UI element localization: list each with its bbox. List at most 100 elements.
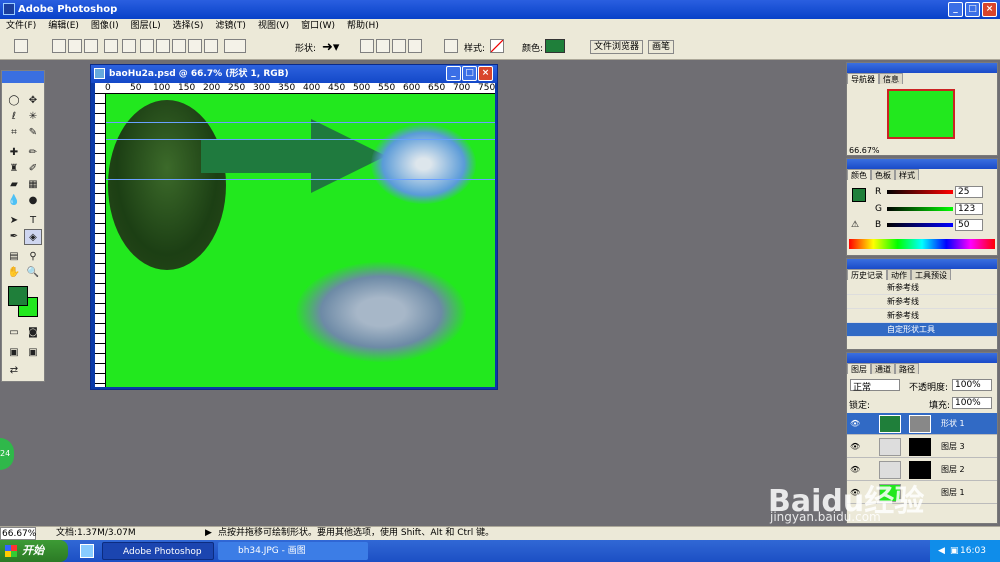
history-item[interactable]: 新参考线 — [847, 295, 997, 309]
hand-tool-icon[interactable]: ✋ — [5, 265, 23, 281]
magic-wand-icon[interactable]: ✳ — [24, 109, 42, 125]
menu-view[interactable]: 视图(V) — [252, 19, 295, 34]
taskbar-photoshop[interactable]: Adobe Photoshop — [102, 542, 214, 560]
horizontal-ruler[interactable]: 0 50 100 150 200 250 300 350 400 450 500… — [95, 83, 495, 94]
tab-actions[interactable]: 动作 — [887, 269, 911, 280]
healing-brush-icon[interactable]: ✚ — [5, 145, 23, 161]
menu-edit[interactable]: 编辑(E) — [42, 19, 85, 34]
tool-preset-button[interactable] — [14, 39, 28, 53]
navigator-thumbnail[interactable] — [887, 89, 955, 139]
menu-image[interactable]: 图像(I) — [85, 19, 125, 34]
custom-shape-tool-icon[interactable]: ◈ — [24, 229, 42, 245]
imageready-icon[interactable]: ⇄ — [5, 363, 23, 379]
menu-filter[interactable]: 滤镜(T) — [209, 19, 252, 34]
history-item[interactable]: 新参考线 — [847, 281, 997, 295]
history-brush-icon[interactable]: ✐ — [24, 161, 42, 177]
tab-history[interactable]: 历史记录 — [847, 269, 887, 280]
guide-line[interactable] — [106, 179, 495, 180]
minimize-button[interactable]: _ — [948, 2, 963, 17]
full-screen-icon[interactable]: ▣ — [24, 345, 42, 361]
line-tool-button[interactable] — [204, 39, 218, 53]
screen-mode-icon[interactable]: ▣ — [5, 345, 23, 361]
style-picker[interactable] — [490, 39, 504, 53]
shape-layers-button[interactable] — [52, 39, 66, 53]
eye-icon[interactable]: 👁 — [850, 413, 860, 435]
b-value[interactable]: 50 — [955, 219, 983, 231]
status-zoom[interactable]: 66.67% — [0, 527, 36, 540]
vertical-ruler[interactable] — [95, 94, 106, 387]
taskbar-paint[interactable]: bh34.JPG - 画图 — [218, 542, 368, 560]
tab-layers[interactable]: 图层 — [847, 363, 871, 374]
brush-tool-icon[interactable]: ✏ — [24, 145, 42, 161]
tab-color[interactable]: 颜色 — [847, 169, 871, 180]
g-value[interactable]: 123 — [955, 203, 983, 215]
tab-channels[interactable]: 通道 — [871, 363, 895, 374]
menu-window[interactable]: 窗口(W) — [295, 19, 341, 34]
status-doc-size[interactable]: 文档:1.37M/3.07M — [56, 527, 136, 540]
tab-navigator[interactable]: 导航器 — [847, 73, 879, 84]
close-button[interactable]: × — [982, 2, 997, 17]
fill-pixels-button[interactable] — [84, 39, 98, 53]
polygon-tool-button[interactable] — [188, 39, 202, 53]
stamp-tool-icon[interactable]: ♜ — [5, 161, 23, 177]
crop-tool-icon[interactable]: ⌗ — [5, 125, 23, 141]
gradient-tool-icon[interactable]: ▦ — [24, 177, 42, 193]
combine-mode-3-button[interactable] — [392, 39, 406, 53]
r-slider[interactable] — [887, 190, 953, 194]
layer-row[interactable]: 👁 图层 3 — [847, 436, 997, 458]
menu-select[interactable]: 选择(S) — [167, 19, 210, 34]
quick-mask-icon[interactable]: ◙ — [24, 325, 42, 341]
menu-help[interactable]: 帮助(H) — [341, 19, 385, 34]
combine-mode-2-button[interactable] — [376, 39, 390, 53]
r-value[interactable]: 25 — [955, 186, 983, 198]
zoom-tool-icon[interactable]: 🔍 — [24, 265, 42, 281]
freeform-pen-button[interactable] — [122, 39, 136, 53]
tab-info[interactable]: 信息 — [879, 73, 903, 84]
link-style-button[interactable] — [444, 39, 458, 53]
eyedropper-icon[interactable]: ⚲ — [24, 249, 42, 265]
opacity-input[interactable]: 100% — [952, 379, 992, 391]
notes-tool-icon[interactable]: ▤ — [5, 249, 23, 265]
tab-tool-presets[interactable]: 工具预设 — [911, 269, 951, 280]
tab-styles[interactable]: 样式 — [895, 169, 919, 180]
show-desktop-icon[interactable] — [80, 544, 94, 558]
dodge-tool-icon[interactable]: ● — [24, 193, 42, 209]
network-icon[interactable]: ▣ — [950, 540, 959, 562]
lasso-tool-icon[interactable]: ℓ — [5, 109, 23, 125]
fill-input[interactable]: 100% — [952, 397, 992, 409]
tab-paths[interactable]: 路径 — [895, 363, 919, 374]
history-item-selected[interactable]: 自定形状工具 — [847, 323, 997, 337]
b-slider[interactable] — [887, 223, 953, 227]
clock[interactable]: 16:03 — [960, 546, 986, 556]
standard-mode-icon[interactable]: ▭ — [5, 325, 23, 341]
rounded-rect-button[interactable] — [156, 39, 170, 53]
doc-minimize-button[interactable]: _ — [446, 66, 461, 81]
tab-swatches[interactable]: 色板 — [871, 169, 895, 180]
side-badge[interactable]: 24 — [0, 438, 14, 470]
marquee-tool-icon[interactable]: ◯ — [5, 93, 23, 109]
doc-maximize-button[interactable]: □ — [462, 66, 477, 81]
type-tool-icon[interactable]: T — [24, 213, 42, 229]
maximize-button[interactable]: □ — [965, 2, 980, 17]
foreground-color-swatch[interactable] — [8, 286, 28, 306]
custom-shape-button[interactable] — [224, 39, 246, 53]
start-button[interactable]: 开始 — [0, 540, 68, 562]
color-fg-swatch[interactable] — [852, 188, 866, 202]
image-canvas[interactable] — [106, 94, 495, 387]
doc-close-button[interactable]: × — [478, 66, 493, 81]
menu-file[interactable]: 文件(F) — [0, 19, 42, 34]
pen-tool-button[interactable] — [104, 39, 118, 53]
color-spectrum-bar[interactable] — [849, 239, 995, 249]
eye-icon[interactable]: 👁 — [850, 436, 860, 458]
ellipse-tool-button[interactable] — [172, 39, 186, 53]
eraser-tool-icon[interactable]: ▰ — [5, 177, 23, 193]
combine-mode-4-button[interactable] — [408, 39, 422, 53]
blend-mode-select[interactable]: 正常 — [850, 379, 900, 393]
guide-line[interactable] — [106, 139, 495, 140]
rectangle-tool-button[interactable] — [140, 39, 154, 53]
guide-line[interactable] — [106, 122, 495, 123]
combine-mode-1-button[interactable] — [360, 39, 374, 53]
pen-tool-icon[interactable]: ✒ — [5, 229, 23, 245]
layer-row[interactable]: 👁 形状 1 — [847, 413, 997, 435]
history-item[interactable]: 新参考线 — [847, 309, 997, 323]
